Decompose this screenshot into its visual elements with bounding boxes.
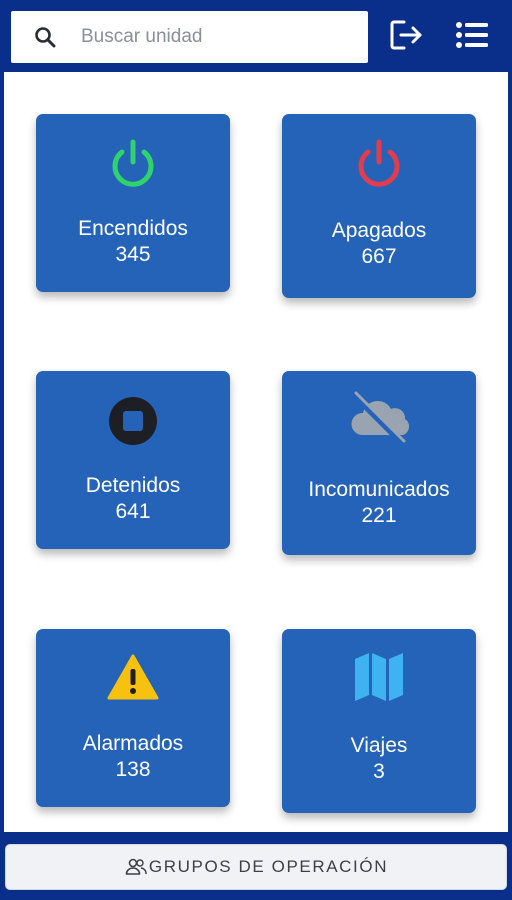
search-input[interactable]: Buscar unidad [11, 11, 368, 63]
tile-label: Encendidos [78, 217, 188, 240]
tile-apagados[interactable]: Apagados 667 [282, 114, 476, 298]
tile-label: Incomunicados [308, 478, 450, 501]
list-menu-icon [455, 21, 489, 54]
warning-icon [36, 653, 230, 701]
tile-label: Viajes [350, 734, 408, 757]
tile-count: 138 [115, 758, 151, 781]
search-placeholder: Buscar unidad [81, 26, 203, 47]
tile-label: Alarmados [82, 732, 184, 755]
power-icon [36, 138, 230, 190]
menu-button[interactable] [452, 17, 492, 57]
tile-count: 345 [115, 243, 151, 266]
map-icon [282, 651, 476, 703]
power-icon [282, 138, 476, 190]
tile-viajes[interactable]: Viajes 3 [282, 629, 476, 813]
users-icon [124, 857, 148, 877]
tile-incomunicados[interactable]: Incomunicados 221 [282, 371, 476, 555]
tile-count: 667 [361, 245, 397, 268]
logout-button[interactable] [387, 17, 427, 57]
search-icon [33, 25, 57, 49]
tile-encendidos[interactable]: Encendidos 345 [36, 114, 230, 292]
tile-detenidos[interactable]: Detenidos 641 [36, 371, 230, 549]
tile-label: Apagados [331, 219, 427, 242]
tile-count: 221 [361, 504, 397, 527]
top-bar: Buscar unidad [0, 0, 512, 72]
operation-groups-label: GRUPOS DE OPERACIÓN [148, 857, 389, 876]
tile-label: Detenidos [85, 474, 181, 497]
logout-icon [389, 18, 425, 57]
cloud-off-icon [282, 391, 476, 447]
tile-count: 641 [115, 500, 151, 523]
tile-count: 3 [373, 760, 385, 783]
tile-alarmados[interactable]: Alarmados 138 [36, 629, 230, 807]
stop-circle-icon [36, 395, 230, 447]
operation-groups-button[interactable]: GRUPOS DE OPERACIÓN [5, 844, 507, 890]
